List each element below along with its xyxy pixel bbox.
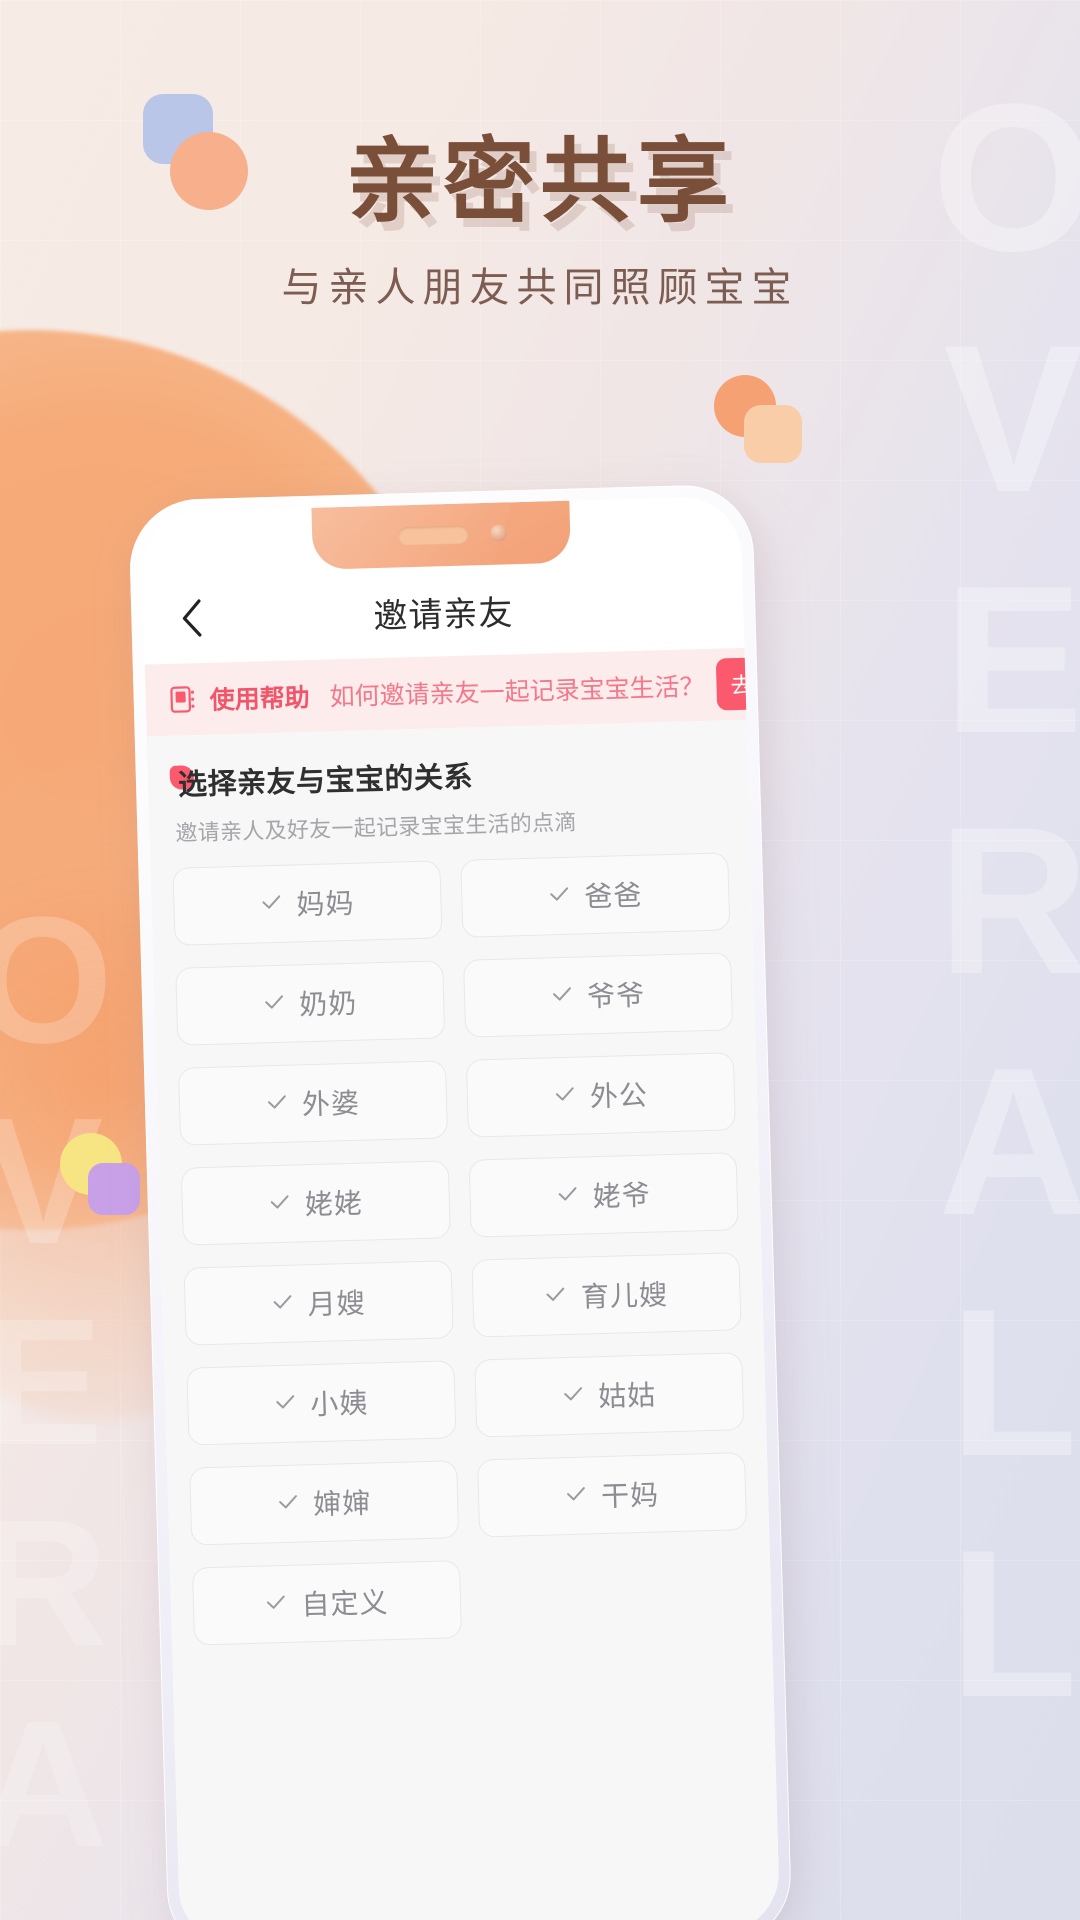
back-button[interactable] (169, 596, 214, 641)
relation-label: 外婆 (301, 1082, 360, 1124)
check-icon (266, 1090, 289, 1118)
earpiece-speaker-icon (398, 525, 468, 545)
phone-notch (311, 501, 571, 570)
relation-label: 爸爸 (584, 874, 643, 916)
section-title: 选择亲友与宝宝的关系 (173, 753, 473, 803)
relation-option-4[interactable]: 外婆 (178, 1060, 448, 1145)
help-question-text: 如何邀请亲友一起记录宝宝生活？ (329, 667, 705, 713)
relation-option-5[interactable]: 外公 (466, 1052, 736, 1137)
relation-label: 妈妈 (296, 882, 355, 924)
relation-section: 选择亲友与宝宝的关系 邀请亲人及好友一起记录宝宝生活的点滴 妈妈 爸爸 奶奶 (147, 720, 781, 1920)
app-title: 邀请亲友 (143, 578, 744, 644)
watermark-text-secondary: OVERALL (0, 880, 126, 1920)
app-viewport: 邀请亲友 使用帮助 如何邀请亲友一起记录宝宝生活？ (140, 496, 780, 1920)
phone-frame: 邀请亲友 使用帮助 如何邀请亲友一起记录宝宝生活？ (128, 484, 793, 1920)
relation-label: 姑姑 (598, 1374, 657, 1416)
check-icon (263, 990, 286, 1018)
help-label: 使用帮助 (209, 678, 310, 717)
relation-label: 月嫂 (307, 1282, 366, 1324)
check-icon (551, 982, 574, 1010)
relation-option-0[interactable]: 妈妈 (172, 860, 442, 945)
relation-option-11[interactable]: 姑姑 (474, 1352, 744, 1437)
check-icon (274, 1390, 297, 1418)
relation-option-7[interactable]: 姥爷 (469, 1152, 739, 1237)
decor-square-peach (744, 405, 802, 463)
relation-option-14[interactable]: 自定义 (192, 1560, 462, 1645)
relation-label: 婶婶 (313, 1482, 372, 1524)
watermark-text: OVERALL (917, 60, 1080, 1747)
check-icon (554, 1082, 577, 1110)
relation-label: 姥姥 (304, 1182, 363, 1224)
relation-option-6[interactable]: 姥姥 (181, 1160, 451, 1245)
relation-label: 外公 (589, 1074, 648, 1116)
view-help-label: 去查看 (730, 666, 780, 700)
relation-option-12[interactable]: 婶婶 (189, 1460, 459, 1545)
relation-label: 奶奶 (299, 982, 358, 1024)
help-book-icon (167, 684, 198, 715)
phone-mockup: 邀请亲友 使用帮助 如何邀请亲友一起记录宝宝生活？ (128, 483, 809, 1920)
check-icon (271, 1290, 294, 1318)
phone-screen: 邀请亲友 使用帮助 如何邀请亲友一起记录宝宝生活？ (140, 496, 780, 1920)
relation-label: 育儿嫂 (580, 1273, 668, 1315)
relation-label: 干妈 (600, 1474, 659, 1516)
decor-square-purple (88, 1163, 140, 1215)
relation-label: 自定义 (301, 1581, 389, 1623)
check-icon (562, 1382, 585, 1410)
check-icon (556, 1182, 579, 1210)
check-icon (260, 890, 283, 918)
view-help-button[interactable]: 去查看 (716, 655, 781, 710)
check-icon (565, 1482, 588, 1510)
relation-option-10[interactable]: 小姨 (186, 1360, 456, 1445)
relation-label: 爷爷 (587, 974, 646, 1016)
check-icon (277, 1490, 300, 1518)
check-icon (548, 882, 571, 910)
relation-option-8[interactable]: 月嫂 (184, 1260, 454, 1345)
page-title: 亲密共享 (0, 134, 1080, 231)
relation-option-13[interactable]: 干妈 (477, 1452, 747, 1537)
relation-label: 姥爷 (592, 1174, 651, 1216)
relation-option-1[interactable]: 爸爸 (460, 852, 730, 937)
app-header: 邀请亲友 (142, 558, 744, 665)
page-subtitle: 与亲人朋友共同照顾宝宝 (0, 255, 1080, 313)
front-camera-icon (490, 524, 507, 541)
relation-grid: 妈妈 爸爸 奶奶 爷爷 外婆 (150, 852, 771, 1646)
chevron-left-icon (179, 598, 204, 639)
relation-label: 小姨 (310, 1382, 369, 1424)
check-icon (545, 1282, 568, 1310)
hero-headings: 亲密共享 与亲人朋友共同照顾宝宝 (0, 0, 1080, 313)
relation-option-2[interactable]: 奶奶 (175, 960, 445, 1045)
relation-option-9[interactable]: 育儿嫂 (471, 1252, 741, 1337)
check-icon (265, 1590, 288, 1618)
check-icon (268, 1190, 291, 1218)
relation-option-3[interactable]: 爷爷 (463, 952, 733, 1037)
